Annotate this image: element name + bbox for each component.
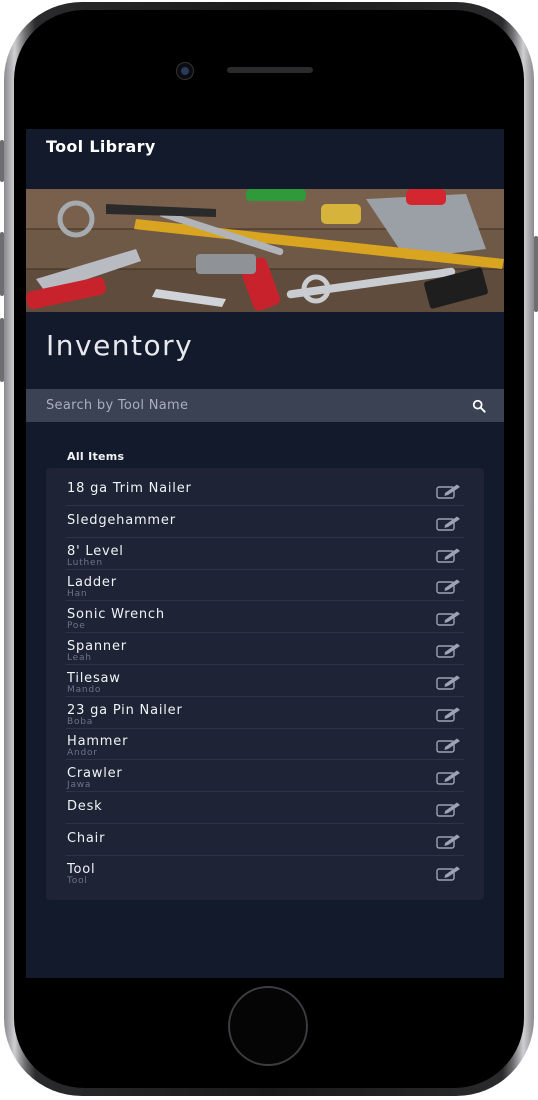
list-item[interactable]: Spanner Leah: [66, 633, 464, 665]
list-item[interactable]: Crawler Jawa: [66, 760, 464, 793]
list-item[interactable]: Sledgehammer: [66, 506, 464, 538]
item-owner: Mando: [67, 684, 102, 695]
item-owner: Jawa: [67, 780, 92, 791]
item-name: 18 ga Trim Nailer: [67, 481, 192, 496]
home-button[interactable]: [228, 986, 308, 1066]
item-name: Spanner: [67, 639, 127, 654]
list-item[interactable]: Hammer Andor: [66, 728, 464, 761]
item-owner: Boba: [67, 716, 94, 727]
item-owner: Leah: [67, 653, 92, 663]
list-item[interactable]: Desk: [66, 792, 464, 824]
power-button: [534, 236, 538, 312]
item-name: 8' Level: [67, 543, 124, 559]
list-item[interactable]: Chair: [66, 824, 464, 856]
item-name: Hammer: [67, 734, 129, 750]
edit-icon[interactable]: [436, 737, 462, 754]
front-camera: [176, 62, 194, 80]
item-name: Ladder: [67, 575, 117, 591]
edit-icon[interactable]: [436, 865, 462, 881]
item-owner: Luthen: [67, 557, 103, 568]
item-owner: Han: [67, 589, 88, 600]
list-item[interactable]: Ladder Han: [66, 569, 464, 602]
list-item[interactable]: Tool Tool: [66, 856, 464, 888]
edit-icon[interactable]: [436, 642, 462, 658]
list-item[interactable]: 8' Level Luthen: [66, 538, 464, 570]
item-name: Chair: [67, 830, 106, 846]
edit-icon[interactable]: [436, 674, 462, 690]
edit-icon[interactable]: [436, 515, 462, 531]
app-title[interactable]: Tool Library: [46, 137, 156, 156]
list-item[interactable]: 23 ga Pin Nailer Boba: [66, 697, 464, 729]
item-name: Sonic Wrench: [67, 607, 165, 623]
item-owner: Tool: [67, 875, 88, 886]
item-name: 23 ga Pin Nailer: [67, 702, 183, 718]
search-input[interactable]: [46, 389, 456, 422]
item-name: Tilesaw: [67, 670, 121, 686]
list-item[interactable]: Tilesaw Mando: [66, 665, 464, 697]
inventory-list: 18 ga Trim Nailer Sledgehammer 8' Level Lut…: [46, 468, 484, 900]
mute-switch: [0, 140, 4, 182]
item-owner: Andor: [67, 748, 98, 759]
item-name: Tool: [67, 861, 96, 877]
tools-illustration: [26, 189, 504, 312]
item-owner: Poe: [67, 621, 86, 632]
edit-icon[interactable]: [436, 801, 462, 817]
page-heading: Inventory: [46, 329, 194, 362]
edit-icon[interactable]: [436, 769, 462, 785]
edit-icon[interactable]: [436, 833, 462, 849]
edit-icon[interactable]: [436, 547, 462, 563]
list-item[interactable]: Sonic Wrench Poe: [66, 601, 464, 634]
edit-icon[interactable]: [436, 706, 462, 722]
tools-banner-image: [26, 189, 504, 312]
item-name: Sledgehammer: [67, 512, 176, 528]
search-bar: [26, 389, 504, 422]
edit-icon[interactable]: [436, 483, 462, 499]
section-label-all-items: All Items: [67, 450, 125, 463]
list-item[interactable]: 18 ga Trim Nailer: [66, 474, 464, 506]
volume-down-button: [0, 318, 4, 382]
edit-icon[interactable]: [436, 578, 462, 595]
app-screen: Tool Library Inventory Search by Tool Na…: [26, 129, 504, 978]
volume-up-button: [0, 232, 4, 296]
item-name: Crawler: [67, 766, 123, 782]
edit-icon[interactable]: [436, 610, 462, 626]
item-name: Desk: [67, 799, 103, 814]
search-icon[interactable]: [472, 399, 486, 413]
earpiece-speaker: [227, 67, 313, 73]
